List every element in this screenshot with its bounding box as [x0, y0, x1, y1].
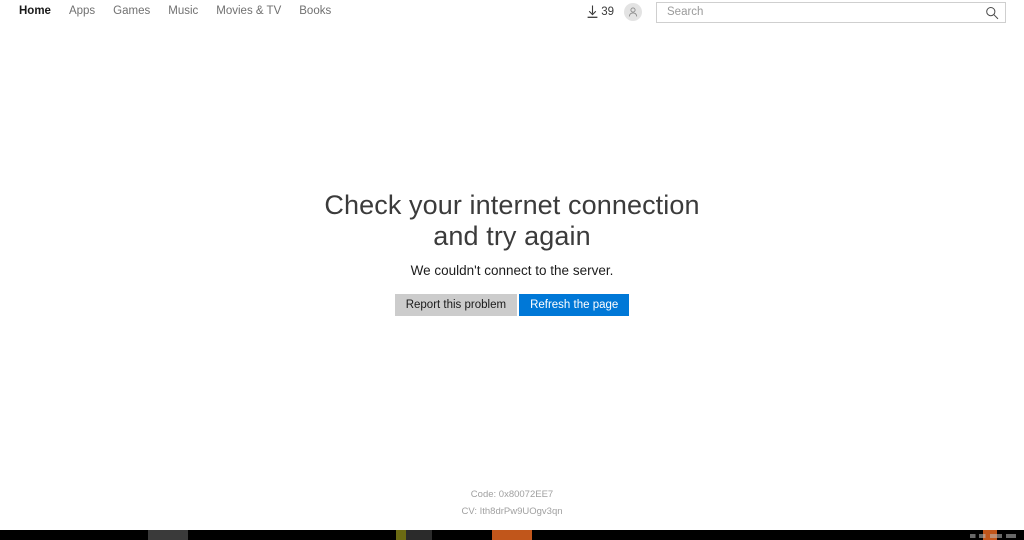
- diagnostic-codes: Code: 0x80072EE7 CV: Ith8drPw9UOgv3qn: [0, 488, 1024, 519]
- store-error-page: Home Apps Games Music Movies & TV Books …: [0, 0, 1024, 540]
- taskbar-item-4[interactable]: [492, 530, 532, 540]
- correlation-vector: CV: Ith8drPw9UOgv3qn: [461, 506, 563, 517]
- download-icon: [587, 5, 598, 18]
- nav-item-games[interactable]: Games: [104, 0, 159, 22]
- taskbar[interactable]: [0, 530, 1024, 540]
- nav-item-apps[interactable]: Apps: [60, 0, 104, 22]
- downloads-count: 39: [601, 6, 614, 18]
- nav-item-books[interactable]: Books: [290, 0, 340, 22]
- error-actions: Report this problem Refresh the page: [0, 294, 1024, 316]
- error-message-block: Check your internet connection and try a…: [0, 190, 1024, 316]
- downloads-button[interactable]: 39: [586, 1, 614, 23]
- top-bar: Home Apps Games Music Movies & TV Books …: [0, 0, 1024, 24]
- person-icon: [628, 7, 638, 17]
- nav-item-home[interactable]: Home: [10, 0, 60, 22]
- error-title-line-1: Check your internet connection: [324, 190, 700, 220]
- search-icon[interactable]: [985, 6, 999, 20]
- account-avatar-icon[interactable]: [624, 3, 642, 21]
- report-problem-button[interactable]: Report this problem: [394, 294, 518, 316]
- error-subtitle: We couldn't connect to the server.: [410, 263, 614, 278]
- taskbar-clock[interactable]: [970, 534, 1016, 538]
- search-input[interactable]: [657, 2, 1005, 22]
- search-box[interactable]: [656, 1, 1006, 23]
- taskbar-item-3[interactable]: [406, 530, 432, 540]
- refresh-page-button[interactable]: Refresh the page: [519, 294, 630, 316]
- taskbar-item-2[interactable]: [396, 530, 406, 540]
- taskbar-item-1[interactable]: [148, 530, 188, 540]
- nav-item-music[interactable]: Music: [159, 0, 207, 22]
- error-title-line-2: and try again: [433, 221, 591, 251]
- error-code: Code: 0x80072EE7: [470, 489, 554, 500]
- top-bar-actions: 39: [586, 0, 1006, 24]
- nav-item-movies-tv[interactable]: Movies & TV: [207, 0, 290, 22]
- primary-navigation: Home Apps Games Music Movies & TV Books: [10, 0, 340, 22]
